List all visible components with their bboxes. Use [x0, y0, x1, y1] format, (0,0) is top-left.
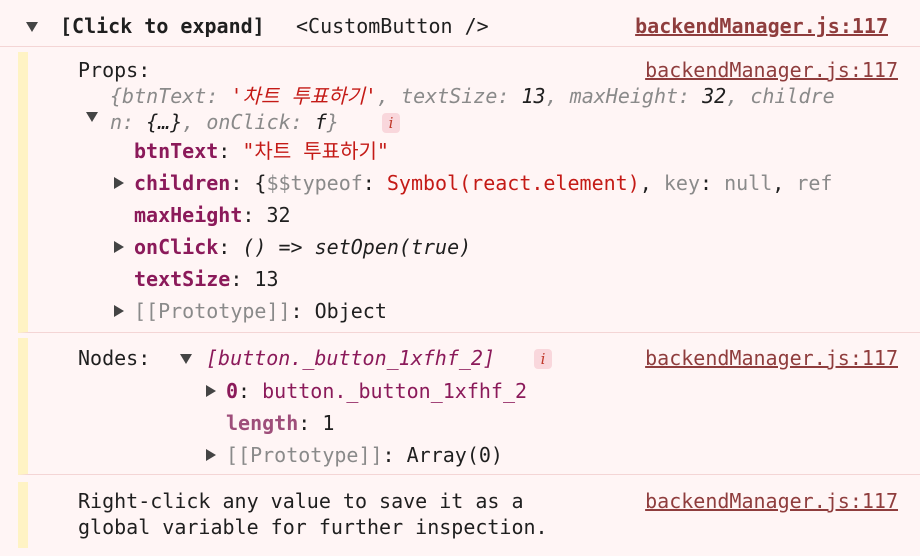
expand-triangle-icon[interactable] [86, 112, 98, 122]
prop-textsize[interactable]: textSize: 13 [134, 266, 279, 292]
expand-triangle-icon[interactable] [206, 449, 216, 461]
expand-triangle-icon[interactable] [26, 22, 38, 32]
node-item-0[interactable]: 0: button._button_1xfhf_2 [226, 378, 527, 404]
hint-group: Right-click any value to save it as a gl… [18, 482, 920, 548]
source-link[interactable]: backendManager.js:117 [645, 488, 898, 514]
node-length[interactable]: length: 1 [226, 410, 334, 436]
prop-onclick[interactable]: onClick: () => setOpen(true) [134, 234, 471, 260]
props-summary-line-2[interactable]: n: {…}, onClick: f} [110, 109, 339, 135]
prop-prototype[interactable]: [[Prototype]]: Object [134, 298, 387, 324]
info-icon[interactable]: i [382, 113, 400, 133]
prop-maxheight[interactable]: maxHeight: 32 [134, 202, 291, 228]
nodes-label: Nodes: [78, 346, 151, 370]
group-title[interactable]: [Click to expand] [60, 13, 265, 39]
expand-triangle-icon[interactable] [180, 354, 192, 364]
hint-line-1: Right-click any value to save it as a [78, 489, 524, 513]
props-summary-line-1[interactable]: {btnText: '차트 투표하기', textSize: 13, maxHe… [110, 83, 835, 109]
props-label: Props: [78, 58, 151, 82]
expand-triangle-icon[interactable] [114, 177, 124, 189]
node-prototype[interactable]: [[Prototype]]: Array(0) [226, 442, 503, 468]
hint-line-2: global variable for further inspection. [78, 515, 548, 539]
nodes-summary[interactable]: [button._button_1xfhf_2] [206, 345, 495, 371]
expand-triangle-icon[interactable] [114, 241, 124, 253]
prop-btntext[interactable]: btnText: "차트 투표하기" [134, 138, 389, 164]
source-link[interactable]: backendManager.js:117 [645, 57, 898, 83]
prop-children[interactable]: children: {$$typeof: Symbol(react.elemen… [134, 170, 832, 196]
source-link[interactable]: backendManager.js:117 [645, 345, 898, 371]
devtools-console: [Click to expand] <CustomButton /> backe… [0, 0, 920, 556]
source-link[interactable]: backendManager.js:117 [635, 13, 888, 39]
component-name: <CustomButton /> [296, 14, 489, 38]
props-group: Props: backendManager.js:117 {btnText: '… [18, 52, 920, 333]
info-icon[interactable]: i [534, 349, 552, 369]
expand-triangle-icon[interactable] [114, 305, 124, 317]
expand-triangle-icon[interactable] [206, 385, 216, 397]
console-group-header[interactable]: [Click to expand] <CustomButton /> backe… [0, 6, 920, 47]
nodes-group: Nodes: [button._button_1xfhf_2] i backen… [18, 338, 920, 475]
